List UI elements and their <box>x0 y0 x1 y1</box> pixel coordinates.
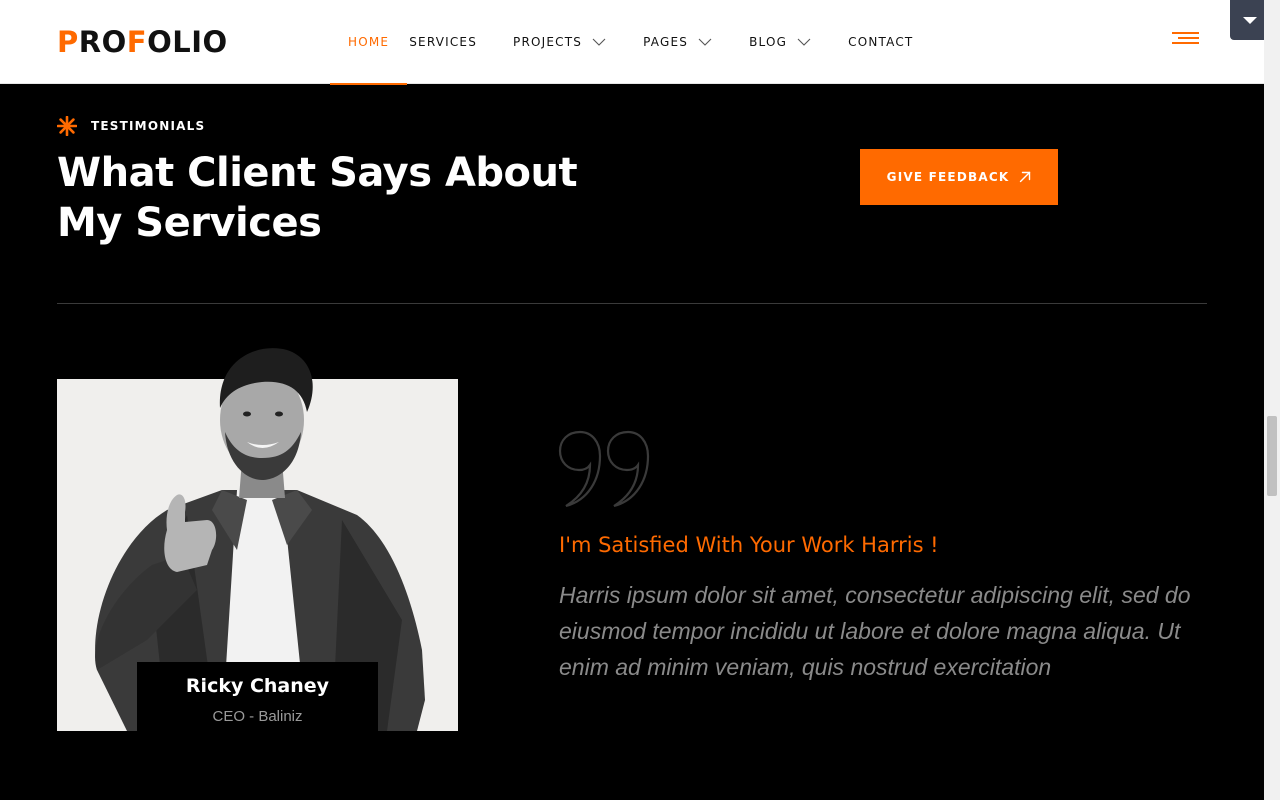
nav-item-home[interactable]: HOME <box>330 0 408 85</box>
nav-item-pages[interactable]: PAGES <box>643 0 712 84</box>
title-line-2: My Services <box>57 200 322 246</box>
nav-pages-label: PAGES <box>643 35 689 49</box>
section-eyebrow: TESTIMONIALS <box>57 116 205 136</box>
chevron-down-icon <box>592 38 606 46</box>
arrow-up-right-icon <box>1020 171 1031 183</box>
client-name: Ricky Chaney <box>185 675 330 697</box>
nav-item-services[interactable]: SERVICES <box>409 0 477 84</box>
main-nav: HOME SERVICES PROJECTS PAGES BLOG CONTAC… <box>330 0 913 85</box>
logo-letters-ro: RO <box>78 25 127 59</box>
site-header: PROFOLIO HOME SERVICES PROJECTS PAGES BL… <box>0 0 1264 85</box>
nav-blog-label: BLOG <box>749 35 788 49</box>
give-feedback-label: GIVE FEEDBACK <box>886 170 1010 184</box>
hamburger-icon[interactable] <box>1172 32 1199 48</box>
scrollbar-thumb[interactable] <box>1267 416 1277 496</box>
eyebrow-label: TESTIMONIALS <box>91 119 206 133</box>
nav-services-label: SERVICES <box>409 35 478 49</box>
chevron-down-icon <box>797 38 811 46</box>
nav-projects-label: PROJECTS <box>513 35 583 49</box>
logo[interactable]: PROFOLIO <box>57 26 228 58</box>
nav-home-label: HOME <box>348 35 390 49</box>
chevron-down-icon <box>698 38 712 46</box>
page-scrollbar[interactable] <box>1264 0 1280 800</box>
give-feedback-button[interactable]: GIVE FEEDBACK <box>860 149 1058 205</box>
nav-item-contact[interactable]: CONTACT <box>848 0 913 84</box>
nav-contact-label: CONTACT <box>848 35 914 49</box>
quote-icon <box>558 430 650 508</box>
quote-text: Harris ipsum dolor sit amet, consectetur… <box>559 582 1191 680</box>
quote-title: I'm Satisfied With Your Work Harris ! <box>559 533 939 557</box>
section-title: What Client Says About My Services <box>57 148 617 248</box>
nav-item-blog[interactable]: BLOG <box>749 0 811 84</box>
client-name-box: Ricky Chaney CEO - Baliniz <box>137 662 378 731</box>
section-divider <box>57 303 1207 304</box>
asterisk-icon <box>57 116 77 136</box>
logo-letter-p: P <box>57 25 79 59</box>
logo-letters-olio: OLIO <box>147 25 228 59</box>
logo-letter-f: F <box>126 25 148 59</box>
nav-item-projects[interactable]: PROJECTS <box>513 0 606 84</box>
client-role: CEO - Baliniz <box>212 708 303 725</box>
title-line-1: What Client Says About <box>57 150 578 196</box>
